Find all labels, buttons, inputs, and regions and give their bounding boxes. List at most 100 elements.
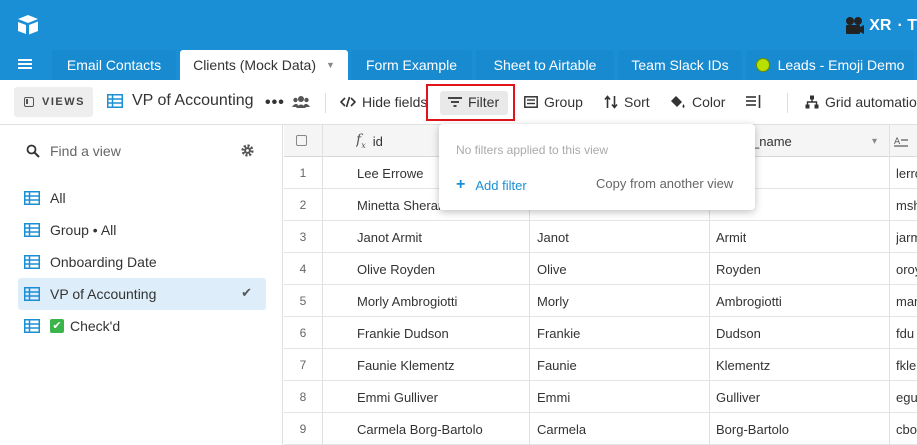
user-menu[interactable]: XR · T: [843, 13, 917, 39]
row-number: 5: [299, 294, 307, 308]
column-label: _name: [752, 133, 792, 149]
view-label: Onboarding Date: [50, 254, 157, 270]
plus-icon: +: [456, 176, 466, 193]
gear-icon[interactable]: [240, 143, 255, 158]
cell-id[interactable]: Minetta Sheran: [357, 189, 445, 221]
tab-leads-emoji-demo[interactable]: Leads - Emoji Demo: [746, 50, 914, 80]
cell-id[interactable]: Frankie Dudson: [357, 317, 449, 349]
group-button[interactable]: Group: [524, 91, 583, 113]
table-row[interactable]: 8 Emmi Gulliver Emmi Gulliver egu: [284, 381, 917, 413]
app-header: XR · T: [0, 0, 917, 50]
row-number: 1: [299, 166, 307, 180]
cell-email[interactable]: cbo: [896, 413, 917, 445]
tab-form-example[interactable]: Form Example: [351, 50, 472, 80]
hide-fields-button[interactable]: Hide fields: [340, 91, 427, 113]
copy-from-another-view-button[interactable]: Copy from another view: [596, 176, 733, 191]
grid-automation-button[interactable]: Grid automation: [805, 91, 917, 113]
airtable-logo-icon[interactable]: [16, 14, 40, 36]
sidebar-view-checkd[interactable]: ✔ Check'd: [18, 310, 266, 342]
grid-view-icon: [24, 287, 40, 301]
find-view-search[interactable]: Find a view: [26, 143, 121, 159]
hide-fields-label: Hide fields: [362, 94, 428, 110]
cell-first-name[interactable]: Frankie: [537, 317, 580, 349]
cell-last-name[interactable]: Gulliver: [716, 381, 760, 413]
sidebar-view-all[interactable]: All: [18, 182, 266, 214]
table-row[interactable]: 7 Faunie Klementz Faunie Klementz fkle: [284, 349, 917, 381]
cell-email[interactable]: fkle: [896, 349, 917, 381]
row-number: 4: [299, 262, 307, 276]
column-header-id[interactable]: fx id: [356, 125, 383, 157]
table-row[interactable]: 6 Frankie Dudson Frankie Dudson fdu: [284, 317, 917, 349]
tab-label: Sheet to Airtable: [493, 57, 597, 73]
find-view-placeholder: Find a view: [50, 143, 121, 159]
color-button[interactable]: Color: [670, 91, 725, 113]
cell-id[interactable]: Carmela Borg-Bartolo: [357, 413, 483, 445]
grid-view-icon: [24, 223, 40, 237]
sort-button[interactable]: Sort: [604, 91, 650, 113]
cell-last-name[interactable]: Borg-Bartolo: [716, 413, 789, 445]
select-all-checkbox[interactable]: [296, 135, 307, 146]
sidebar-view-group-all[interactable]: Group • All: [18, 214, 266, 246]
cell-first-name[interactable]: Morly: [537, 285, 569, 317]
cell-id[interactable]: Lee Errowe: [357, 157, 423, 189]
cell-first-name[interactable]: Janot: [537, 221, 569, 253]
cell-email[interactable]: oroy: [896, 253, 917, 285]
column-menu-chevron-icon[interactable]: ▾: [872, 125, 877, 157]
cell-id[interactable]: Olive Royden: [357, 253, 435, 285]
cell-email[interactable]: jarm: [896, 221, 917, 253]
add-filter-label: Add filter: [475, 177, 527, 193]
cell-first-name[interactable]: Faunie: [537, 349, 577, 381]
table-row[interactable]: 5 Morly Ambrogiotti Morly Ambrogiotti mam: [284, 285, 917, 317]
cell-email[interactable]: mam: [896, 285, 917, 317]
cell-first-name[interactable]: Olive: [537, 253, 567, 285]
cell-first-name[interactable]: Carmela: [537, 413, 586, 445]
cell-id[interactable]: Morly Ambrogiotti: [357, 285, 457, 317]
tab-label: Team Slack IDs: [631, 57, 729, 73]
view-label: Group • All: [50, 222, 117, 238]
cell-first-name[interactable]: Emmi: [537, 381, 570, 413]
cell-last-name[interactable]: Royden: [716, 253, 761, 285]
cell-email[interactable]: msh: [896, 189, 917, 221]
sidebar-view-vp-of-accounting[interactable]: VP of Accounting ✔: [18, 278, 266, 310]
cell-id[interactable]: Janot Armit: [357, 221, 422, 253]
add-filter-button[interactable]: + Add filter: [456, 176, 527, 194]
grid-view-icon: [24, 255, 40, 269]
column-header-email-icon[interactable]: A: [894, 125, 908, 157]
tab-clients-mock-data[interactable]: Clients (Mock Data) ▼: [180, 50, 348, 80]
cell-email[interactable]: lerro: [896, 157, 917, 189]
table-row[interactable]: 3 Janot Armit Janot Armit jarm: [284, 221, 917, 253]
sort-label: Sort: [624, 94, 650, 110]
row-number: 3: [299, 230, 307, 244]
hamburger-menu-icon[interactable]: [18, 57, 34, 71]
cell-last-name[interactable]: Armit: [716, 221, 746, 253]
column-header-last-name[interactable]: _name: [752, 125, 792, 157]
toolbar-divider: [787, 93, 788, 113]
cell-id[interactable]: Faunie Klementz: [357, 349, 455, 381]
chevron-down-icon[interactable]: ▼: [326, 60, 335, 70]
tab-email-contacts[interactable]: Email Contacts: [52, 50, 176, 80]
views-toggle-button[interactable]: VIEWS: [14, 87, 93, 117]
search-icon: [26, 144, 40, 158]
collaborators-icon[interactable]: [292, 94, 310, 110]
sidebar-icon: [24, 97, 34, 107]
current-view-name[interactable]: VP of Accounting: [107, 92, 254, 110]
views-label: VIEWS: [42, 96, 85, 108]
view-more-options-icon[interactable]: •••: [265, 94, 285, 112]
grid-view-icon: [107, 94, 123, 108]
paint-bucket-icon: [671, 96, 685, 108]
cell-last-name[interactable]: Ambrogiotti: [716, 285, 782, 317]
cell-email[interactable]: fdu: [896, 317, 917, 349]
cell-last-name[interactable]: Klementz: [716, 349, 770, 381]
cell-last-name[interactable]: Dudson: [716, 317, 761, 349]
sidebar-view-onboarding-date[interactable]: Onboarding Date: [18, 246, 266, 278]
row-number: 6: [299, 326, 307, 340]
sort-arrows-icon: [604, 95, 618, 109]
cell-id[interactable]: Emmi Gulliver: [357, 381, 438, 413]
row-height-icon[interactable]: [746, 95, 762, 109]
tab-sheet-to-airtable[interactable]: Sheet to Airtable: [476, 50, 614, 80]
color-label: Color: [692, 94, 726, 110]
tab-team-slack-ids[interactable]: Team Slack IDs: [618, 50, 742, 80]
cell-email[interactable]: egu: [896, 381, 917, 413]
table-row[interactable]: 9 Carmela Borg-Bartolo Carmela Borg-Bartolo…: [284, 413, 917, 445]
table-row[interactable]: 4 Olive Royden Olive Royden oroy: [284, 253, 917, 285]
